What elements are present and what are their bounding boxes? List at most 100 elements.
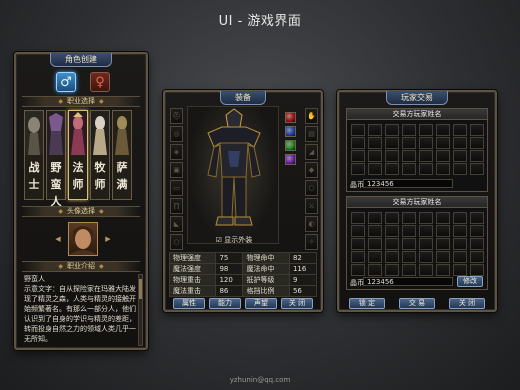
trade-slot[interactable] — [402, 238, 416, 250]
trade-slot[interactable] — [368, 150, 382, 162]
blue-gem-icon[interactable] — [285, 126, 296, 137]
trade-slot[interactable] — [453, 225, 467, 237]
pants-slot[interactable]: ∏ — [170, 198, 183, 214]
trade-slot[interactable] — [419, 150, 433, 162]
trade-slot[interactable] — [470, 238, 484, 250]
trade-slot[interactable] — [351, 238, 365, 250]
trade-button[interactable]: 交 易 — [399, 298, 435, 309]
trade-slot[interactable] — [470, 124, 484, 136]
red-gem-icon[interactable] — [285, 112, 296, 123]
trade-slot[interactable] — [470, 150, 484, 162]
trade-slot[interactable] — [470, 251, 484, 263]
trade-slot[interactable] — [385, 238, 399, 250]
trade-slot[interactable] — [470, 264, 484, 276]
trade-slot[interactable] — [453, 251, 467, 263]
trade-slot[interactable] — [453, 150, 467, 162]
bracer-slot[interactable]: ▤ — [305, 126, 318, 142]
shoulder-slot[interactable]: ◈ — [170, 144, 183, 160]
trade-slot[interactable] — [470, 212, 484, 224]
trade-slot[interactable] — [368, 212, 382, 224]
cloak-slot[interactable]: ◢ — [305, 144, 318, 160]
ring-slot[interactable]: ○ — [170, 234, 183, 250]
lock-button[interactable]: 锁 定 — [349, 298, 385, 309]
trade-slot[interactable] — [453, 124, 467, 136]
trade-slot[interactable] — [402, 137, 416, 149]
show-outfit-toggle[interactable]: ☑ 显示外装 — [188, 235, 280, 245]
trade-slot[interactable] — [453, 212, 467, 224]
male-icon[interactable]: ♂ — [56, 72, 76, 92]
trade-slot[interactable] — [351, 225, 365, 237]
close-trade-button[interactable]: 关 闭 — [449, 298, 485, 309]
scroll-thumb[interactable] — [139, 279, 142, 299]
trade-slot[interactable] — [351, 264, 365, 276]
boots-slot[interactable]: ◣ — [170, 216, 183, 232]
trade-slot[interactable] — [402, 212, 416, 224]
trade-slot[interactable] — [436, 150, 450, 162]
helmet-slot[interactable]: ⛑ — [170, 108, 183, 124]
trade-slot[interactable] — [453, 264, 467, 276]
class-card-mage[interactable]: 法 师 — [68, 110, 88, 200]
trade-slot[interactable] — [351, 163, 365, 175]
trade-slot[interactable] — [385, 251, 399, 263]
modify-button[interactable]: 修改 — [457, 276, 483, 287]
reputation-button[interactable]: 声望 — [245, 298, 277, 309]
trade-slot[interactable] — [436, 212, 450, 224]
trade-slot[interactable] — [402, 264, 416, 276]
trade-slot[interactable] — [470, 163, 484, 175]
green-gem-icon[interactable] — [285, 140, 296, 151]
necklace-slot[interactable]: ◎ — [170, 126, 183, 142]
trade-slot[interactable] — [419, 124, 433, 136]
relic-slot[interactable]: ✧ — [305, 234, 318, 250]
trade-slot[interactable] — [402, 163, 416, 175]
trade-slot[interactable] — [385, 163, 399, 175]
trade-slot[interactable] — [419, 137, 433, 149]
trade-slot[interactable] — [453, 238, 467, 250]
class-card-shaman[interactable]: 萨 满 — [112, 110, 132, 200]
armor-slot[interactable]: ▣ — [170, 162, 183, 178]
ring2-slot[interactable]: ○ — [305, 180, 318, 196]
trade-slot[interactable] — [419, 225, 433, 237]
trade-slot[interactable] — [385, 124, 399, 136]
trade-slot[interactable] — [436, 225, 450, 237]
trade-slot[interactable] — [385, 212, 399, 224]
trade-slot[interactable] — [419, 264, 433, 276]
trade-slot[interactable] — [436, 264, 450, 276]
trade-slot[interactable] — [402, 225, 416, 237]
trade-slot[interactable] — [385, 225, 399, 237]
trade-slot[interactable] — [351, 124, 365, 136]
trade-slot[interactable] — [402, 150, 416, 162]
belt-slot[interactable]: ▭ — [170, 180, 183, 196]
trade-slot[interactable] — [351, 150, 365, 162]
purple-gem-icon[interactable] — [285, 154, 296, 165]
avatar[interactable] — [68, 222, 98, 256]
avatar-prev-icon[interactable]: ◀ — [54, 235, 62, 243]
gloves-slot[interactable]: ✋ — [305, 108, 318, 124]
trade-slot[interactable] — [470, 137, 484, 149]
trade-slot[interactable] — [436, 251, 450, 263]
trade-slot[interactable] — [368, 124, 382, 136]
trade-slot[interactable] — [351, 137, 365, 149]
trade-slot[interactable] — [368, 225, 382, 237]
trade-slot[interactable] — [419, 212, 433, 224]
female-icon[interactable]: ♀ — [90, 72, 110, 92]
trade-slot[interactable] — [402, 124, 416, 136]
offhand-slot[interactable]: ◐ — [305, 216, 318, 232]
trade-slot[interactable] — [436, 238, 450, 250]
checkbox-icon[interactable]: ☑ — [216, 236, 222, 244]
trade-slot[interactable] — [470, 225, 484, 237]
trade-slot[interactable] — [419, 238, 433, 250]
character-preview[interactable]: ☑ 显示外装 — [187, 106, 279, 244]
trade-slot[interactable] — [436, 163, 450, 175]
trade-slot[interactable] — [436, 137, 450, 149]
trade-slot[interactable] — [419, 163, 433, 175]
self-money-input[interactable]: 123456 — [363, 277, 453, 286]
trade-slot[interactable] — [368, 264, 382, 276]
class-card-warrior[interactable]: 战 士 — [24, 110, 44, 200]
trade-slot[interactable] — [368, 137, 382, 149]
trade-slot[interactable] — [351, 251, 365, 263]
trade-slot[interactable] — [351, 212, 365, 224]
trade-slot[interactable] — [368, 163, 382, 175]
trade-slot[interactable] — [368, 238, 382, 250]
trade-slot[interactable] — [436, 124, 450, 136]
abilities-button[interactable]: 能力 — [209, 298, 241, 309]
